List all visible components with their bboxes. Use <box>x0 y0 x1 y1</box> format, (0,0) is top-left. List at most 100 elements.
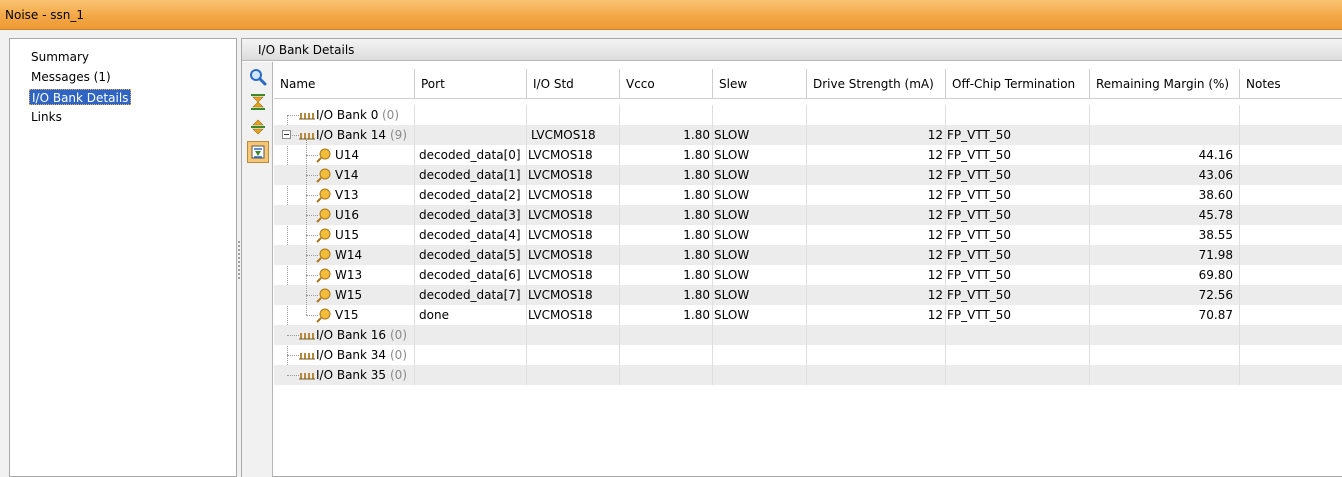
cell-vcco: 1.80 <box>620 145 713 165</box>
bank-name: I/O Bank 35 <box>316 368 387 382</box>
column-header-drive-strength[interactable]: Drive Strength (mA) <box>807 69 946 99</box>
cell-off-chip-termination: FP_VTT_50 <box>946 265 1090 285</box>
cell-name: V14 <box>274 165 415 185</box>
cell-vcco <box>620 345 713 365</box>
io-bank-icon <box>299 333 315 340</box>
bank-row[interactable]: I/O Bank 14 (9) LVCMOS18 1.80 SLOW 12 FP_VTT_5… <box>274 125 1342 145</box>
cell-name: I/O Bank 34 (0) <box>274 345 415 365</box>
cell-vcco <box>620 105 713 125</box>
pin-icon <box>316 308 331 323</box>
cell-remaining-margin <box>1090 345 1240 365</box>
bank-row[interactable]: I/O Bank 34 (0) <box>274 345 1342 365</box>
pin-icon <box>316 188 331 203</box>
cell-off-chip-termination-value: FP_VTT_50 <box>947 308 1012 322</box>
cell-notes <box>1240 185 1342 205</box>
column-header-name[interactable]: Name <box>274 69 415 99</box>
column-header-label: Notes <box>1246 77 1281 91</box>
tree-connector <box>287 355 299 356</box>
pin-row[interactable]: U15 decoded_data[4] LVCMOS18 1.80 SLOW 12 FP_V… <box>274 225 1342 245</box>
cell-port: decoded_data[1] <box>415 165 527 185</box>
cell-slew-value: SLOW <box>714 168 750 182</box>
cell-vcco-value: 1.80 <box>683 128 710 142</box>
column-header-vcco[interactable]: Vcco <box>620 69 713 99</box>
cell-drive-strength-value: 12 <box>927 308 943 322</box>
pin-row[interactable]: U14 decoded_data[0] LVCMOS18 1.80 SLOW 12 FP_V… <box>274 145 1342 165</box>
bank-row[interactable]: I/O Bank 0 (0) <box>274 105 1342 125</box>
cell-drive-strength-value: 12 <box>927 148 943 162</box>
cell-notes <box>1240 145 1342 165</box>
cell-off-chip-termination: FP_VTT_50 <box>946 285 1090 305</box>
cell-port <box>415 105 527 125</box>
cell-remaining-margin <box>1090 105 1240 125</box>
cell-slew-value: SLOW <box>714 248 750 262</box>
collapse-all-button[interactable] <box>247 91 269 113</box>
io-bank-icon <box>299 373 315 380</box>
cell-remaining-margin: 38.60 <box>1090 185 1240 205</box>
collapse-all-icon <box>251 94 265 110</box>
bank-row[interactable]: I/O Bank 16 (0) <box>274 325 1342 345</box>
bank-row[interactable]: I/O Bank 35 (0) <box>274 365 1342 385</box>
nav-item-messages[interactable]: Messages (1) <box>29 69 113 85</box>
cell-port: decoded_data[3] <box>415 205 527 225</box>
cell-vcco-value: 1.80 <box>683 188 710 202</box>
search-button[interactable] <box>247 66 269 88</box>
cell-off-chip-termination: FP_VTT_50 <box>946 305 1090 325</box>
pin-row[interactable]: W15 decoded_data[7] LVCMOS18 1.80 SLOW 12 FP_V… <box>274 285 1342 305</box>
cell-slew-value: SLOW <box>714 288 750 302</box>
pin-row[interactable]: V14 decoded_data[1] LVCMOS18 1.80 SLOW 12 FP_V… <box>274 165 1342 185</box>
pin-row[interactable]: W14 decoded_data[5] LVCMOS18 1.80 SLOW 12 FP_V… <box>274 245 1342 265</box>
cell-port-value: done <box>419 308 449 322</box>
column-header-io-std[interactable]: I/O Std <box>527 69 620 99</box>
nav-item-summary[interactable]: Summary <box>29 49 91 65</box>
cell-vcco: 1.80 <box>620 165 713 185</box>
cell-io-std-value: LVCMOS18 <box>528 208 593 222</box>
cell-drive-strength <box>807 365 946 385</box>
bank-pin-count: (0) <box>390 368 407 382</box>
cell-remaining-margin-value: 44.16 <box>1198 148 1233 162</box>
cell-port-value: decoded_data[4] <box>419 228 521 242</box>
cell-slew-value: SLOW <box>714 308 750 322</box>
cell-port <box>415 125 527 145</box>
io-bank-icon <box>299 113 315 120</box>
cell-vcco-value: 1.80 <box>683 148 710 162</box>
cell-notes <box>1240 225 1342 245</box>
cell-notes <box>1240 285 1342 305</box>
pin-name: W15 <box>335 288 363 302</box>
nav-item-links[interactable]: Links <box>29 109 64 125</box>
cell-off-chip-termination-value: FP_VTT_50 <box>947 168 1012 182</box>
pin-icon <box>316 288 331 303</box>
cell-slew-value: SLOW <box>714 208 750 222</box>
column-header-label: Off-Chip Termination <box>952 77 1076 91</box>
group-by-bank-button[interactable] <box>247 141 269 163</box>
column-header-off-chip-termination[interactable]: Off-Chip Termination <box>946 69 1090 99</box>
column-header-notes[interactable]: Notes <box>1240 69 1342 99</box>
pin-name: V15 <box>335 308 359 322</box>
cell-name: U15 <box>274 225 415 245</box>
cell-name: V13 <box>274 185 415 205</box>
pin-row[interactable]: U16 decoded_data[3] LVCMOS18 1.80 SLOW 12 FP_V… <box>274 205 1342 225</box>
tree-connector <box>287 375 299 376</box>
nav-item-io-bank-details[interactable]: I/O Bank Details <box>29 89 132 105</box>
pin-row[interactable]: V15 done LVCMOS18 1.80 SLOW 12 FP_VTT_50 70.87 <box>274 305 1342 325</box>
bank-pin-count: (0) <box>390 348 407 362</box>
cell-io-std-value: LVCMOS18 <box>528 188 593 202</box>
cell-remaining-margin <box>1090 365 1240 385</box>
cell-name: I/O Bank 14 (9) <box>274 125 415 145</box>
expand-all-button[interactable] <box>247 116 269 138</box>
cell-io-std: LVCMOS18 <box>527 265 620 285</box>
column-header-port[interactable]: Port <box>415 69 527 99</box>
column-header-remaining-margin[interactable]: Remaining Margin (%) <box>1090 69 1240 99</box>
cell-slew <box>713 365 807 385</box>
tree-connector <box>287 115 299 116</box>
bank-pin-count: (9) <box>390 128 407 142</box>
cell-off-chip-termination: FP_VTT_50 <box>946 245 1090 265</box>
cell-slew-value: SLOW <box>714 148 750 162</box>
pin-row[interactable]: W13 decoded_data[6] LVCMOS18 1.80 SLOW 12 FP_V… <box>274 265 1342 285</box>
cell-off-chip-termination: FP_VTT_50 <box>946 225 1090 245</box>
collapse-toggle-icon[interactable] <box>282 130 291 139</box>
cell-slew: SLOW <box>713 245 807 265</box>
cell-off-chip-termination-value: FP_VTT_50 <box>947 288 1012 302</box>
pin-row[interactable]: V13 decoded_data[2] LVCMOS18 1.80 SLOW 12 FP_V… <box>274 185 1342 205</box>
column-header-slew[interactable]: Slew <box>713 69 807 99</box>
cell-port-value: decoded_data[2] <box>419 188 521 202</box>
